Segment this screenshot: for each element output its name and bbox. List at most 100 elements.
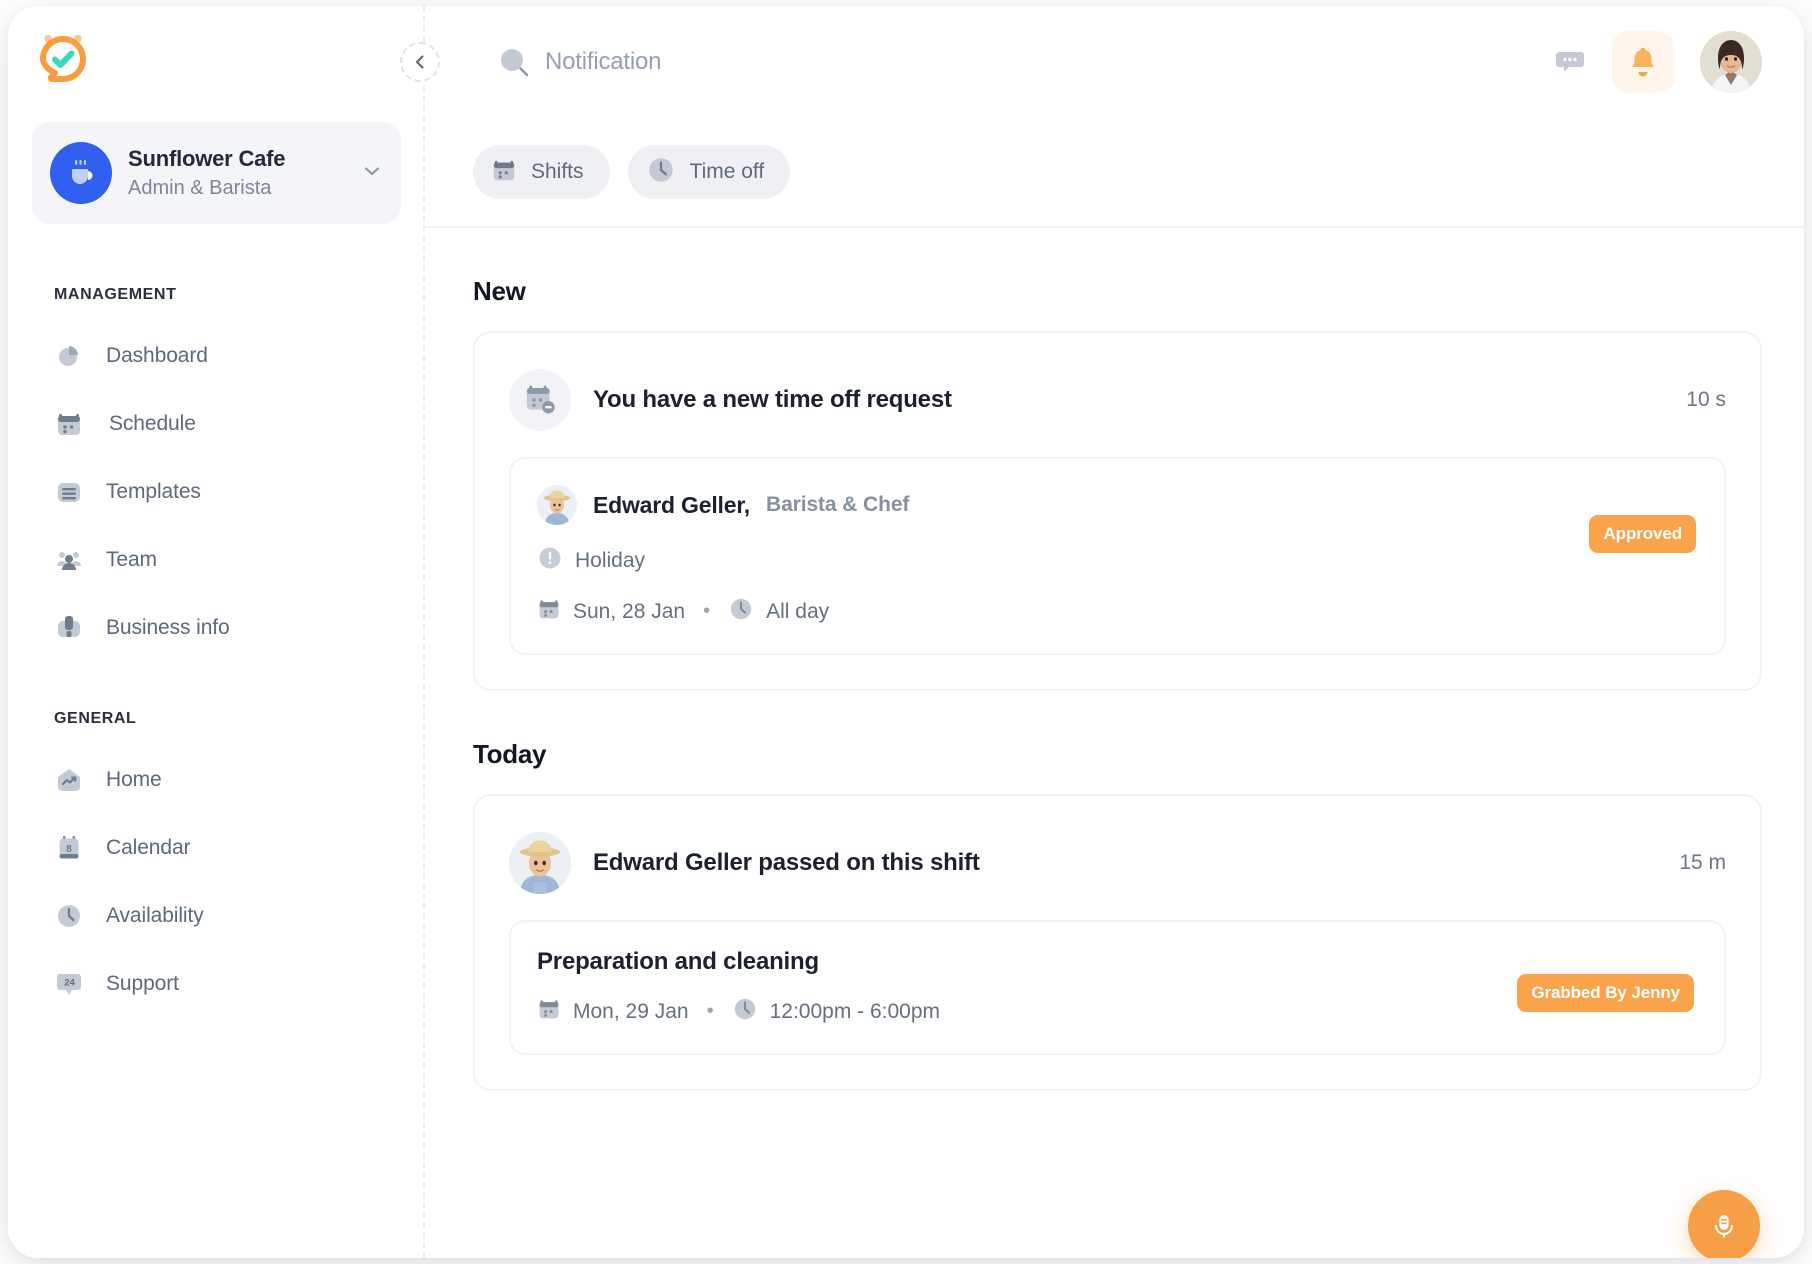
exclamation-circle-icon	[537, 545, 563, 576]
separator-dot: •	[701, 1000, 720, 1023]
request-type-row: Holiday	[537, 545, 1696, 576]
sidebar-nav-general: Home 8 Calendar	[8, 746, 425, 1018]
request-person-name: Edward Geller,	[593, 492, 750, 519]
trend-up-icon	[54, 765, 84, 795]
filter-chip-label: Shifts	[531, 160, 584, 184]
chevron-left-icon	[411, 53, 429, 71]
separator-dot: •	[697, 600, 716, 623]
app-logo[interactable]	[8, 6, 425, 116]
sidebar-item-label: Templates	[106, 480, 201, 504]
sidebar-item-team[interactable]: Team	[8, 526, 425, 594]
list-lines-icon	[54, 477, 84, 507]
sidebar-section-management-title: MANAGEMENT	[8, 286, 425, 304]
sidebar: Sunflower Cafe Admin & Barista MANAGEMEN…	[8, 6, 425, 1258]
sidebar-item-label: Business info	[106, 616, 230, 640]
sidebar-item-label: Dashboard	[106, 344, 208, 368]
clock-icon	[646, 155, 676, 190]
topbar-actions	[1554, 31, 1762, 93]
section-heading-new: New	[473, 276, 1762, 307]
clock-icon	[54, 901, 84, 931]
sidebar-item-support[interactable]: 24 Support	[8, 950, 425, 1018]
sidebar-item-home[interactable]: Home	[8, 746, 425, 814]
calendar-icon	[54, 409, 84, 439]
alarm-clock-check-logo	[36, 32, 90, 86]
notification-card-new[interactable]: You have a new time off request 10 s	[473, 331, 1762, 691]
search-icon	[497, 45, 531, 79]
svg-text:8: 8	[66, 844, 72, 855]
filter-chip-shifts[interactable]: Shifts	[473, 145, 610, 199]
calendar-8-icon: 8	[54, 833, 84, 863]
notifications-content: New	[425, 228, 1804, 1258]
request-time-label: All day	[766, 600, 829, 624]
svg-text:24: 24	[64, 978, 75, 989]
briefcase-icon	[54, 613, 84, 643]
notification-filters: Shifts Time off	[425, 118, 1804, 228]
notifications-bell-button[interactable]	[1612, 31, 1674, 93]
notification-title: You have a new time off request	[593, 386, 952, 414]
clock-icon	[732, 996, 758, 1027]
clock-icon	[728, 596, 754, 627]
notification-header: You have a new time off request 10 s	[509, 369, 1726, 431]
calendar-icon	[537, 597, 561, 626]
calendar-icon	[537, 997, 561, 1026]
sidebar-item-templates[interactable]: Templates	[8, 458, 425, 526]
status-badge-approved[interactable]: Approved	[1589, 515, 1696, 553]
sidebar-item-availability[interactable]: Availability	[8, 882, 425, 950]
workspace-avatar	[50, 142, 112, 204]
section-heading-today: Today	[473, 739, 1762, 770]
notification-timestamp: 15 m	[1679, 851, 1726, 875]
time-off-request-card[interactable]: Edward Geller, Barista & Chef Holiday	[509, 457, 1726, 655]
sidebar-item-dashboard[interactable]: Dashboard	[8, 322, 425, 390]
calendar-icon	[491, 157, 517, 188]
sidebar-collapse-button[interactable]	[400, 42, 440, 82]
edward-avatar	[537, 485, 577, 525]
workspace-selector[interactable]: Sunflower Cafe Admin & Barista	[32, 122, 401, 224]
notification-card-today[interactable]: Edward Geller passed on this shift 15 m …	[473, 794, 1762, 1091]
sidebar-item-schedule[interactable]: Schedule	[8, 390, 425, 458]
support-24-bubble-icon: 24	[54, 969, 84, 999]
app-window: Sunflower Cafe Admin & Barista MANAGEMEN…	[8, 6, 1804, 1258]
microphone-icon	[1708, 1210, 1740, 1242]
pie-chart-icon	[54, 341, 84, 371]
status-badge-grabbed[interactable]: Grabbed By Jenny	[1517, 974, 1694, 1012]
bell-icon	[1626, 45, 1660, 79]
shift-title: Preparation and cleaning	[537, 948, 1696, 976]
sidebar-item-business-info[interactable]: Business info	[8, 594, 425, 662]
voice-assistant-fab[interactable]	[1688, 1190, 1760, 1258]
sidebar-item-label: Calendar	[106, 836, 190, 860]
notification-title: Edward Geller passed on this shift	[593, 849, 980, 877]
sidebar-item-label: Schedule	[106, 412, 196, 436]
shift-date: Mon, 29 Jan	[573, 1000, 689, 1024]
shift-time-range: 12:00pm - 6:00pm	[770, 1000, 940, 1024]
sidebar-item-label: Availability	[106, 904, 204, 928]
people-group-icon	[54, 545, 84, 575]
sidebar-section-general-title: GENERAL	[8, 710, 425, 728]
search-value: Notification	[545, 48, 661, 76]
search-input[interactable]: Notification	[497, 45, 661, 79]
filter-chip-label: Time off	[690, 160, 765, 184]
calendar-minus-icon	[509, 369, 571, 431]
request-person-row: Edward Geller, Barista & Chef	[537, 485, 1696, 525]
workspace-role: Admin & Barista	[128, 175, 345, 201]
filter-chip-time-off[interactable]: Time off	[628, 145, 791, 199]
chevron-down-icon[interactable]	[361, 160, 383, 187]
edward-avatar	[509, 832, 571, 894]
notification-timestamp: 10 s	[1686, 388, 1726, 412]
request-date-row: Sun, 28 Jan • All day	[537, 596, 1696, 627]
user-avatar[interactable]	[1700, 31, 1762, 93]
request-date: Sun, 28 Jan	[573, 600, 685, 624]
sidebar-item-calendar[interactable]: 8 Calendar	[8, 814, 425, 882]
request-person-role: Barista & Chef	[766, 493, 909, 517]
shift-card[interactable]: Preparation and cleaning	[509, 920, 1726, 1055]
sidebar-item-label: Home	[106, 768, 162, 792]
notification-header: Edward Geller passed on this shift 15 m	[509, 832, 1726, 894]
request-type-label: Holiday	[575, 549, 645, 573]
main-panel: Notification	[425, 6, 1804, 1258]
sidebar-nav-management: Dashboard Schedule	[8, 322, 425, 662]
coffee-cup-icon	[65, 157, 97, 189]
topbar: Notification	[425, 6, 1804, 118]
sidebar-item-label: Support	[106, 972, 179, 996]
workspace-name: Sunflower Cafe	[128, 145, 345, 173]
sidebar-item-label: Team	[106, 548, 157, 572]
chat-bubble-icon[interactable]	[1554, 46, 1586, 78]
